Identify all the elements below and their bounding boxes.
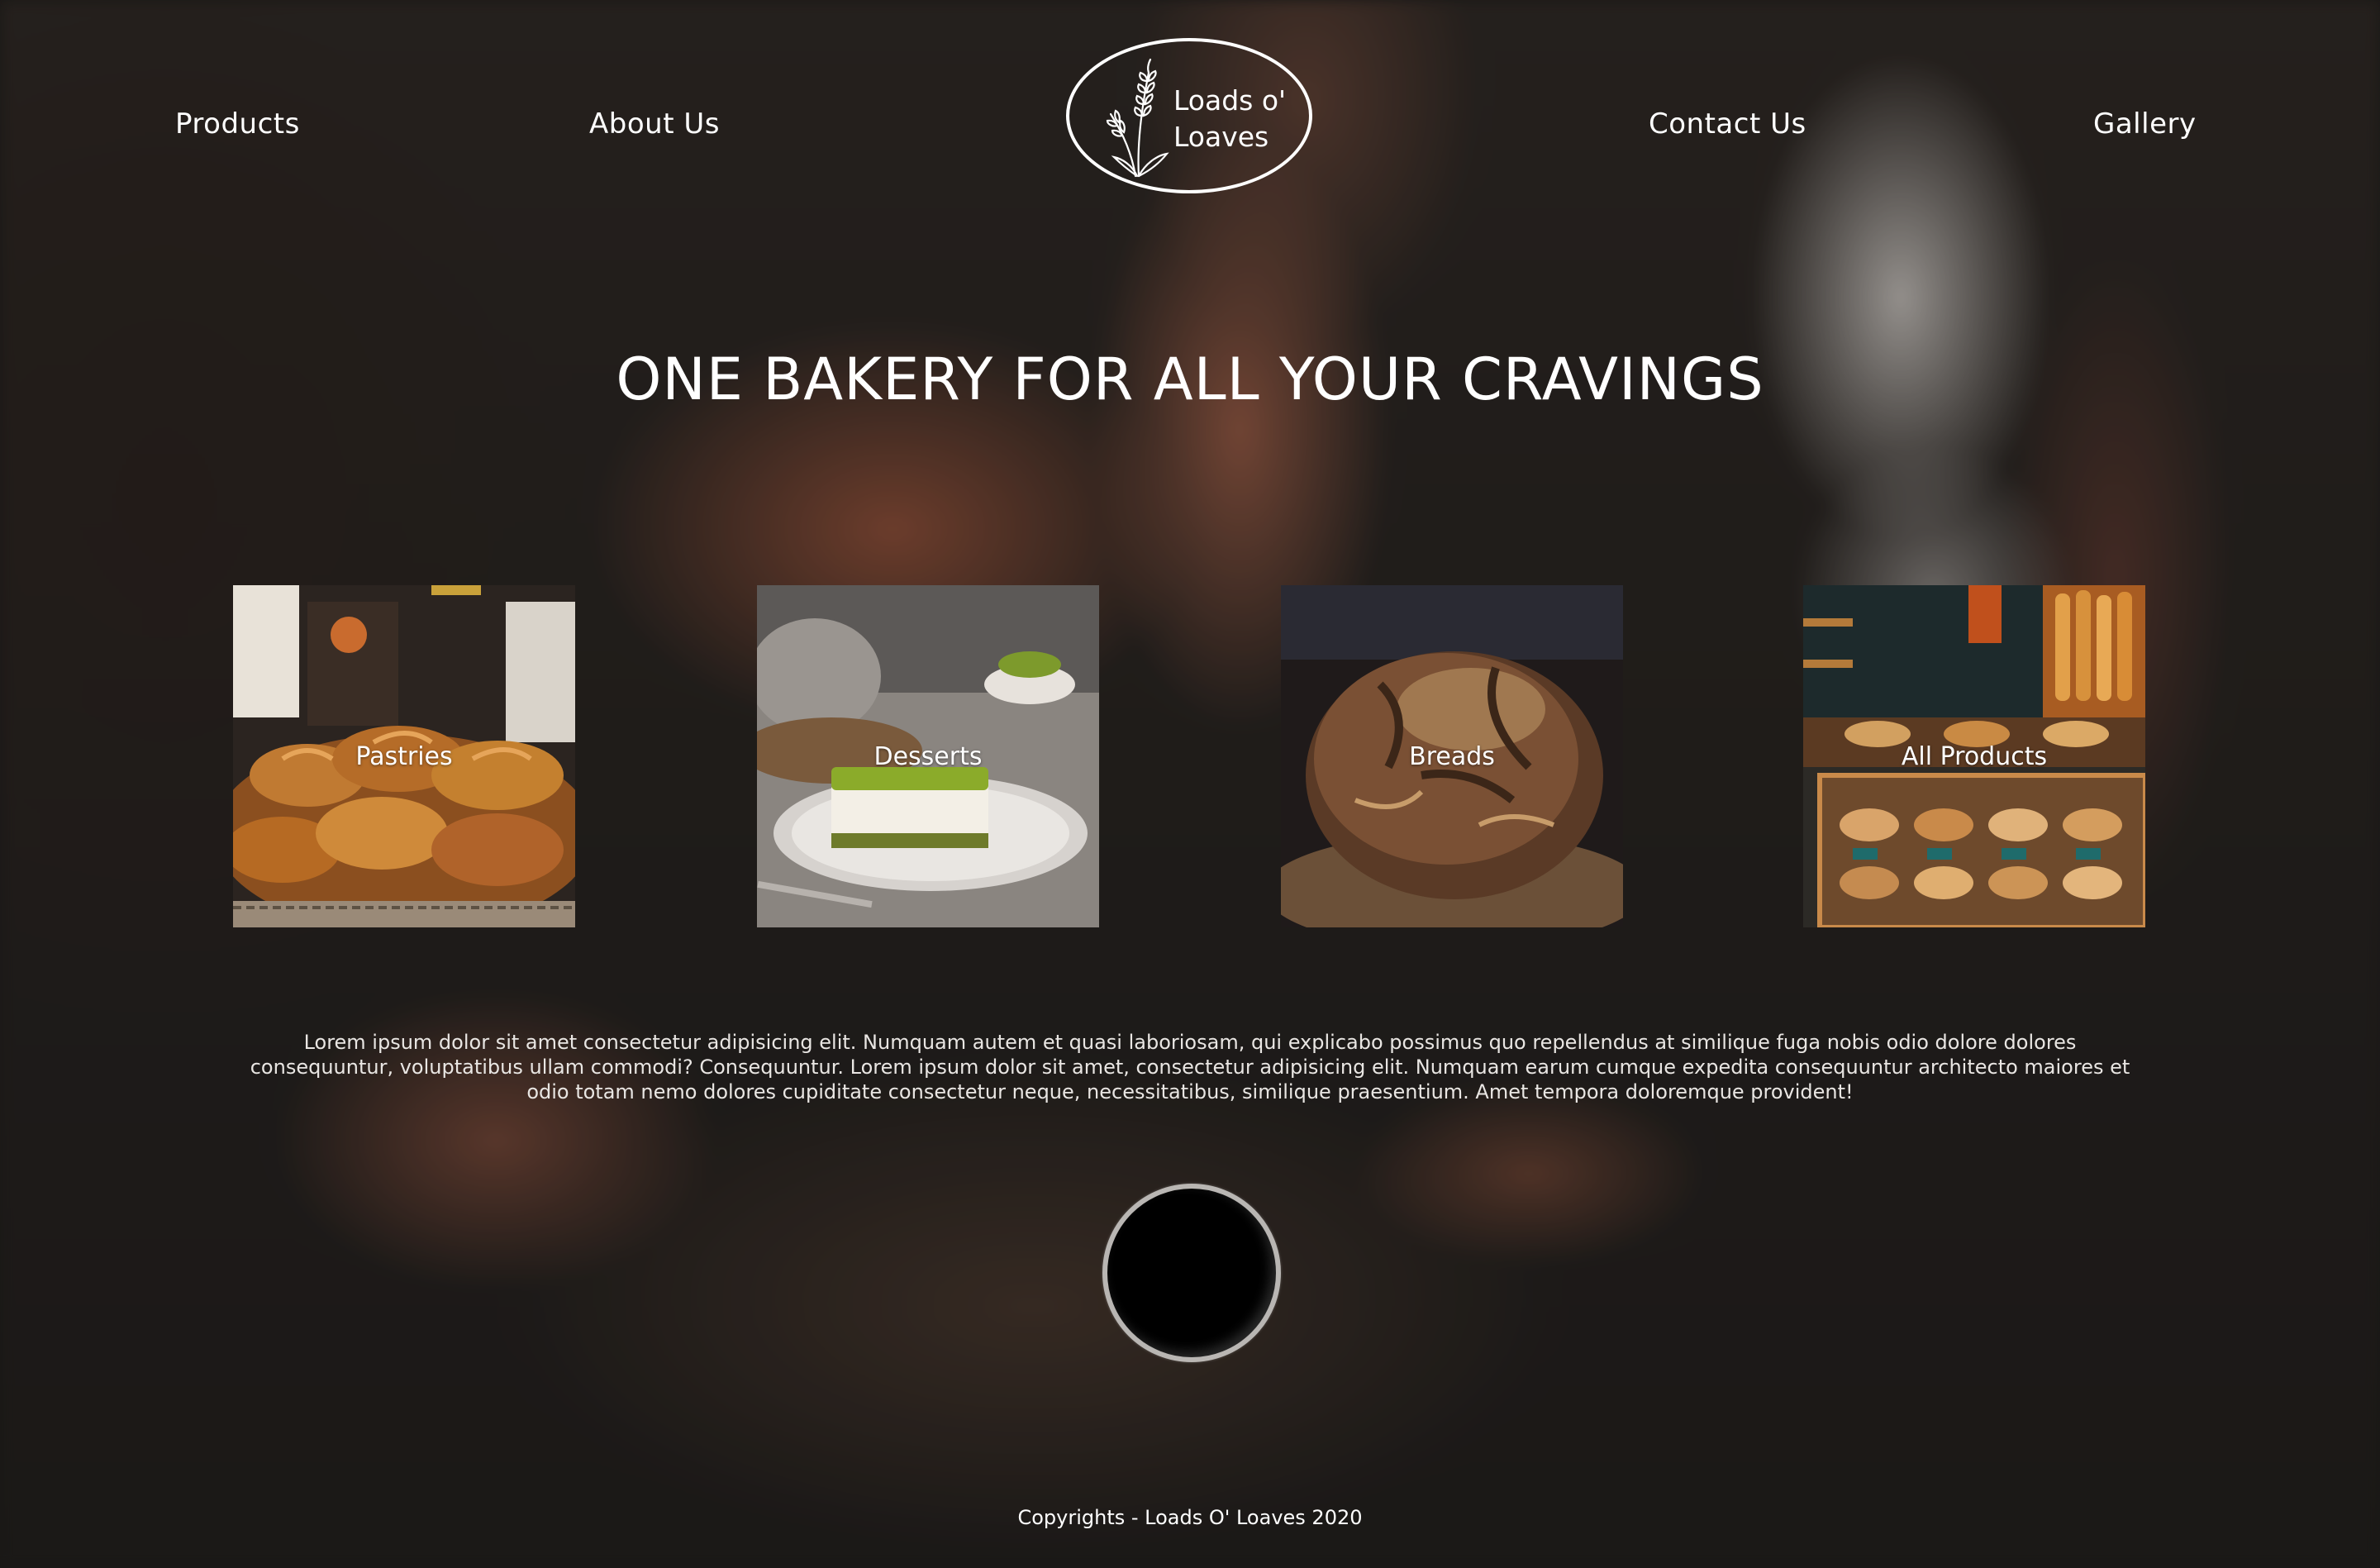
wheat-icon [1106,58,1169,178]
circle-button[interactable] [1102,1184,1281,1362]
category-label-all-products: All Products [1901,741,2048,771]
page: Products About Us Loads o' Loaves Contac… [0,0,2380,1568]
brand-name-line1: Loads o' [1173,84,1287,117]
nav-link-contact-us[interactable]: Contact Us [1649,107,1806,141]
brand-logo[interactable]: Loads o' Loaves [1066,38,1312,193]
category-label-desserts: Desserts [873,741,983,771]
intro-paragraph: Lorem ipsum dolor sit amet consectetur a… [250,1031,2130,1103]
brand-name-line2: Loaves [1173,121,1269,153]
footer-copyright: Copyrights - Loads O' Loaves 2020 [1017,1506,1363,1529]
category-label-breads: Breads [1409,741,1495,771]
category-tile-desserts[interactable]: Desserts [757,585,1099,927]
category-tile-all-products[interactable]: All Products [1803,585,2145,927]
category-tile-pastries[interactable]: Pastries [233,585,575,927]
nav-link-gallery[interactable]: Gallery [2093,107,2197,141]
category-tile-breads[interactable]: Breads [1281,585,1623,927]
hero-headline: ONE BAKERY FOR ALL YOUR CRAVINGS [616,346,1764,413]
category-label-pastries: Pastries [355,741,453,771]
brand-name: Loads o' Loaves [1173,83,1306,155]
nav-link-products[interactable]: Products [175,107,300,141]
nav-link-about-us[interactable]: About Us [589,107,720,141]
